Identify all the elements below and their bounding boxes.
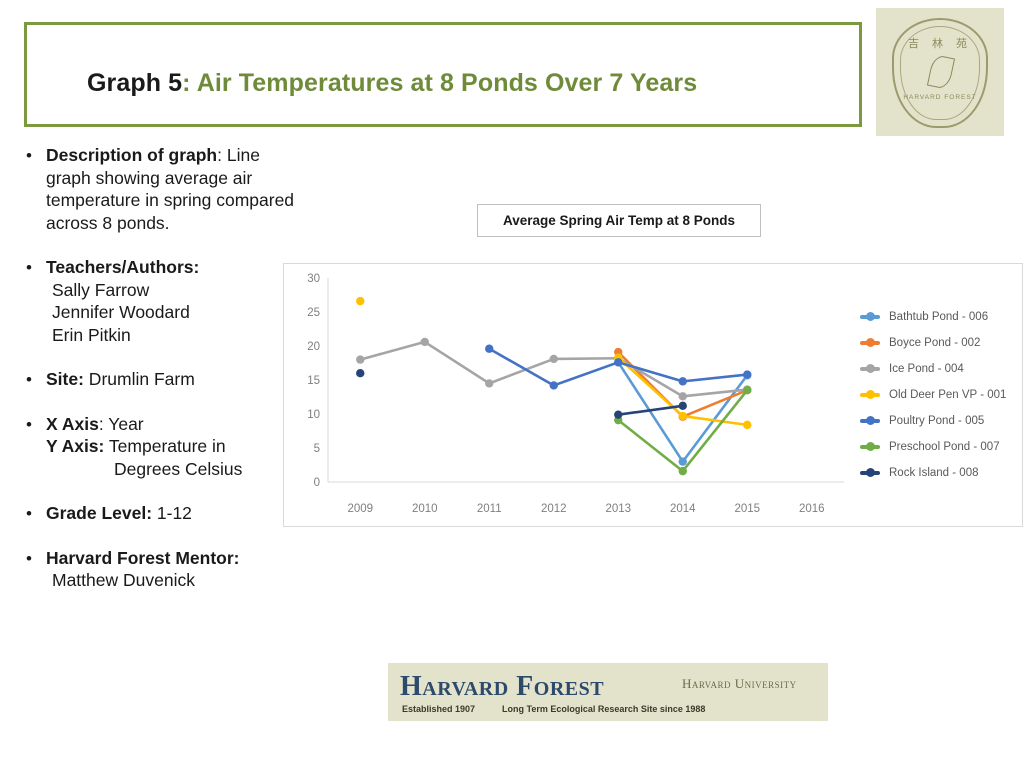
svg-text:30: 30 [307, 273, 320, 285]
bullet-icon: • [26, 504, 32, 523]
grade-bullet: • Grade Level: 1-12 [14, 502, 296, 525]
description-column: • Description of graph: Line graph showi… [14, 144, 296, 592]
site-value: Drumlin Farm [83, 369, 195, 389]
legend-item: Poultry Pond - 005 [860, 408, 1020, 434]
svg-text:25: 25 [307, 307, 320, 319]
legend-swatch [860, 312, 880, 321]
logo-established: Established 1907 [402, 704, 476, 714]
page-title: Graph 5: Air Temperatures at 8 Ponds Ove… [87, 69, 847, 98]
svg-text:5: 5 [314, 443, 320, 455]
mentor-label: Harvard Forest Mentor: [46, 547, 240, 568]
svg-text:10: 10 [307, 409, 320, 421]
legend-swatch [860, 416, 880, 425]
chart-title: Average Spring Air Temp at 8 Ponds [502, 213, 736, 228]
svg-text:2011: 2011 [477, 503, 502, 515]
legend-label: Ice Pond - 004 [889, 363, 964, 375]
y-axis-label: Y Axis: [46, 436, 105, 456]
svg-text:2013: 2013 [605, 503, 631, 515]
description-bullet: • Description of graph: Line graph showi… [14, 144, 296, 234]
legend-item: Ice Pond - 004 [860, 356, 1020, 382]
title-rest: : Air Temperatures at 8 Ponds Over 7 Yea… [182, 69, 698, 97]
x-axis-label: X Axis [46, 413, 99, 434]
svg-text:15: 15 [307, 375, 320, 387]
bullet-icon: • [26, 414, 32, 434]
svg-text:2014: 2014 [670, 503, 696, 515]
legend-label: Poultry Pond - 005 [889, 415, 985, 427]
teacher-name: Sally Farrow [52, 279, 150, 300]
harvard-forest-logo: Harvard Forest Harvard University Establ… [388, 663, 828, 721]
legend-item: Old Deer Pen VP - 001 [860, 382, 1020, 408]
legend-label: Boyce Pond - 002 [889, 337, 981, 349]
teachers-bullet: • Teachers/Authors: Sally Farrow Jennife… [14, 256, 296, 346]
harvard-forest-seal: 吉 林 苑 HARVARD FOREST [876, 8, 1004, 136]
seal-bottom-text: HARVARD FOREST [903, 94, 977, 101]
x-axis-value: : Year [98, 413, 144, 434]
legend-item: Bathtub Pond - 006 [860, 304, 1020, 330]
legend-swatch [860, 468, 880, 477]
mentor-bullet: • Harvard Forest Mentor: Matthew Duvenic… [14, 547, 296, 592]
logo-title: Harvard Forest [400, 671, 605, 702]
svg-text:20: 20 [307, 341, 320, 353]
legend-swatch [860, 390, 880, 399]
title-banner: Graph 5: Air Temperatures at 8 Ponds Ove… [24, 22, 862, 127]
svg-text:0: 0 [314, 477, 320, 489]
seal-characters: 吉 林 苑 [907, 38, 973, 50]
svg-text:2009: 2009 [347, 503, 373, 515]
legend-swatch [860, 364, 880, 373]
description-label: Description of graph [46, 145, 218, 165]
svg-text:2012: 2012 [541, 503, 567, 515]
axis-bullet: • X Axis: Year Y Axis: Temperature in De… [14, 413, 296, 481]
legend-label: Bathtub Pond - 006 [889, 311, 989, 323]
legend-swatch [860, 338, 880, 347]
legend-swatch [860, 442, 880, 451]
legend-label: Rock Island - 008 [889, 467, 979, 479]
svg-text:2010: 2010 [412, 503, 438, 515]
svg-text:2016: 2016 [799, 503, 825, 515]
site-bullet: • Site: Drumlin Farm [14, 368, 296, 391]
chart-legend: Bathtub Pond - 006 Boyce Pond - 002 Ice Po… [860, 304, 1020, 486]
title-lead: Graph 5 [87, 69, 183, 97]
bullet-icon: • [26, 146, 32, 165]
teachers-label: Teachers/Authors: [46, 257, 200, 277]
svg-text:2015: 2015 [734, 503, 760, 515]
teacher-name: Erin Pitkin [52, 324, 131, 345]
grade-label: Grade Level: [46, 503, 153, 523]
bullet-icon: • [26, 370, 32, 389]
y-axis-value: Temperature in [104, 436, 226, 456]
logo-university: Harvard University [682, 676, 797, 691]
legend-item: Boyce Pond - 002 [860, 330, 1020, 356]
y-axis-value-line2: Degrees Celsius [114, 458, 243, 479]
grade-value: 1-12 [152, 503, 192, 523]
teacher-name: Jennifer Woodard [52, 302, 190, 322]
legend-label: Old Deer Pen VP - 001 [889, 389, 1007, 401]
bullet-icon: • [26, 258, 32, 277]
mentor-value: Matthew Duvenick [52, 570, 195, 590]
logo-lter: Long Term Ecological Research Site since… [502, 704, 706, 714]
bullet-icon: • [26, 548, 32, 568]
legend-item: Rock Island - 008 [860, 460, 1020, 486]
legend-item: Preschool Pond - 007 [860, 434, 1020, 460]
legend-label: Preschool Pond - 007 [889, 441, 1000, 453]
chart-card: 0 5 10 15 20 25 30 2009 2010 2011 2012 2013 2014 2015… [283, 263, 1023, 527]
site-label: Site: [46, 369, 84, 389]
chart-title-box: Average Spring Air Temp at 8 Ponds [477, 204, 761, 237]
